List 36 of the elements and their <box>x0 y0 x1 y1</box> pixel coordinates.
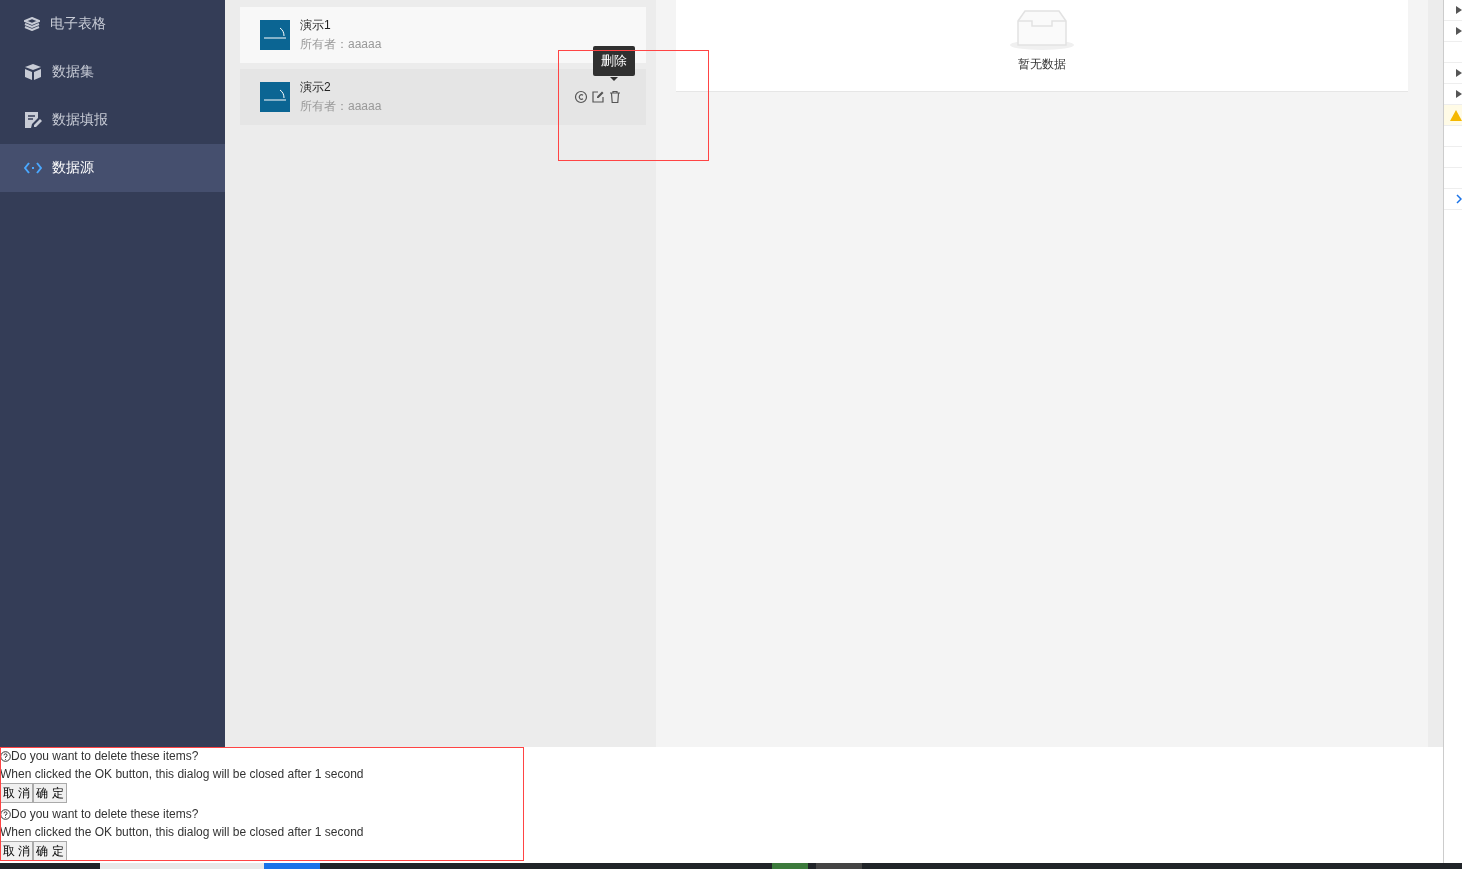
expand-arrow-icon[interactable] <box>1456 27 1462 35</box>
sidebar-item[interactable]: 电子表格 <box>0 0 225 48</box>
question-icon <box>0 808 11 820</box>
confirm-note: When clicked the OK button, this dialog will be closed after 1 second <box>0 766 365 783</box>
cube-icon <box>24 63 42 81</box>
sidebar-item[interactable]: 数据源 <box>0 144 225 192</box>
copyright-icon[interactable] <box>574 90 588 104</box>
question-icon <box>0 750 11 762</box>
edit-icon[interactable] <box>591 90 605 104</box>
code-icon <box>24 162 42 174</box>
database-logo-icon <box>260 82 290 112</box>
cancel-button[interactable]: 取 消 <box>0 783 34 803</box>
empty-inbox-icon <box>1009 8 1075 52</box>
ok-button[interactable]: 确 定 <box>33 783 67 803</box>
form-edit-icon <box>24 111 42 129</box>
datasource-owner: 所有者：aaaaa <box>300 98 382 115</box>
ok-button[interactable]: 确 定 <box>33 841 67 861</box>
confirm-note: When clicked the OK button, this dialog will be closed after 1 second <box>0 824 365 841</box>
expand-arrow-icon[interactable] <box>1456 69 1462 77</box>
tooltip: 删除 <box>593 46 635 76</box>
cancel-button[interactable]: 取 消 <box>0 841 34 861</box>
expand-arrow-icon[interactable] <box>1456 6 1462 14</box>
expand-arrow-icon[interactable] <box>1456 90 1462 98</box>
chevron-right-icon[interactable] <box>1456 194 1462 204</box>
sidebar-item[interactable]: 数据集 <box>0 48 225 96</box>
datasource-name: 演示1 <box>300 17 332 34</box>
empty-text: 暂无数据 <box>1018 56 1066 73</box>
warning-icon <box>1450 109 1462 121</box>
tooltip-arrow-icon <box>610 77 618 81</box>
layers-icon <box>24 17 40 31</box>
confirm-question: Do you want to delete these items? <box>0 747 1443 765</box>
sidebar-item[interactable]: 数据填报 <box>0 96 225 144</box>
trash-icon[interactable] <box>608 90 622 104</box>
datasource-name: 演示2 <box>300 79 332 96</box>
confirm-question: Do you want to delete these items? <box>0 805 1443 823</box>
database-logo-icon <box>260 20 290 50</box>
